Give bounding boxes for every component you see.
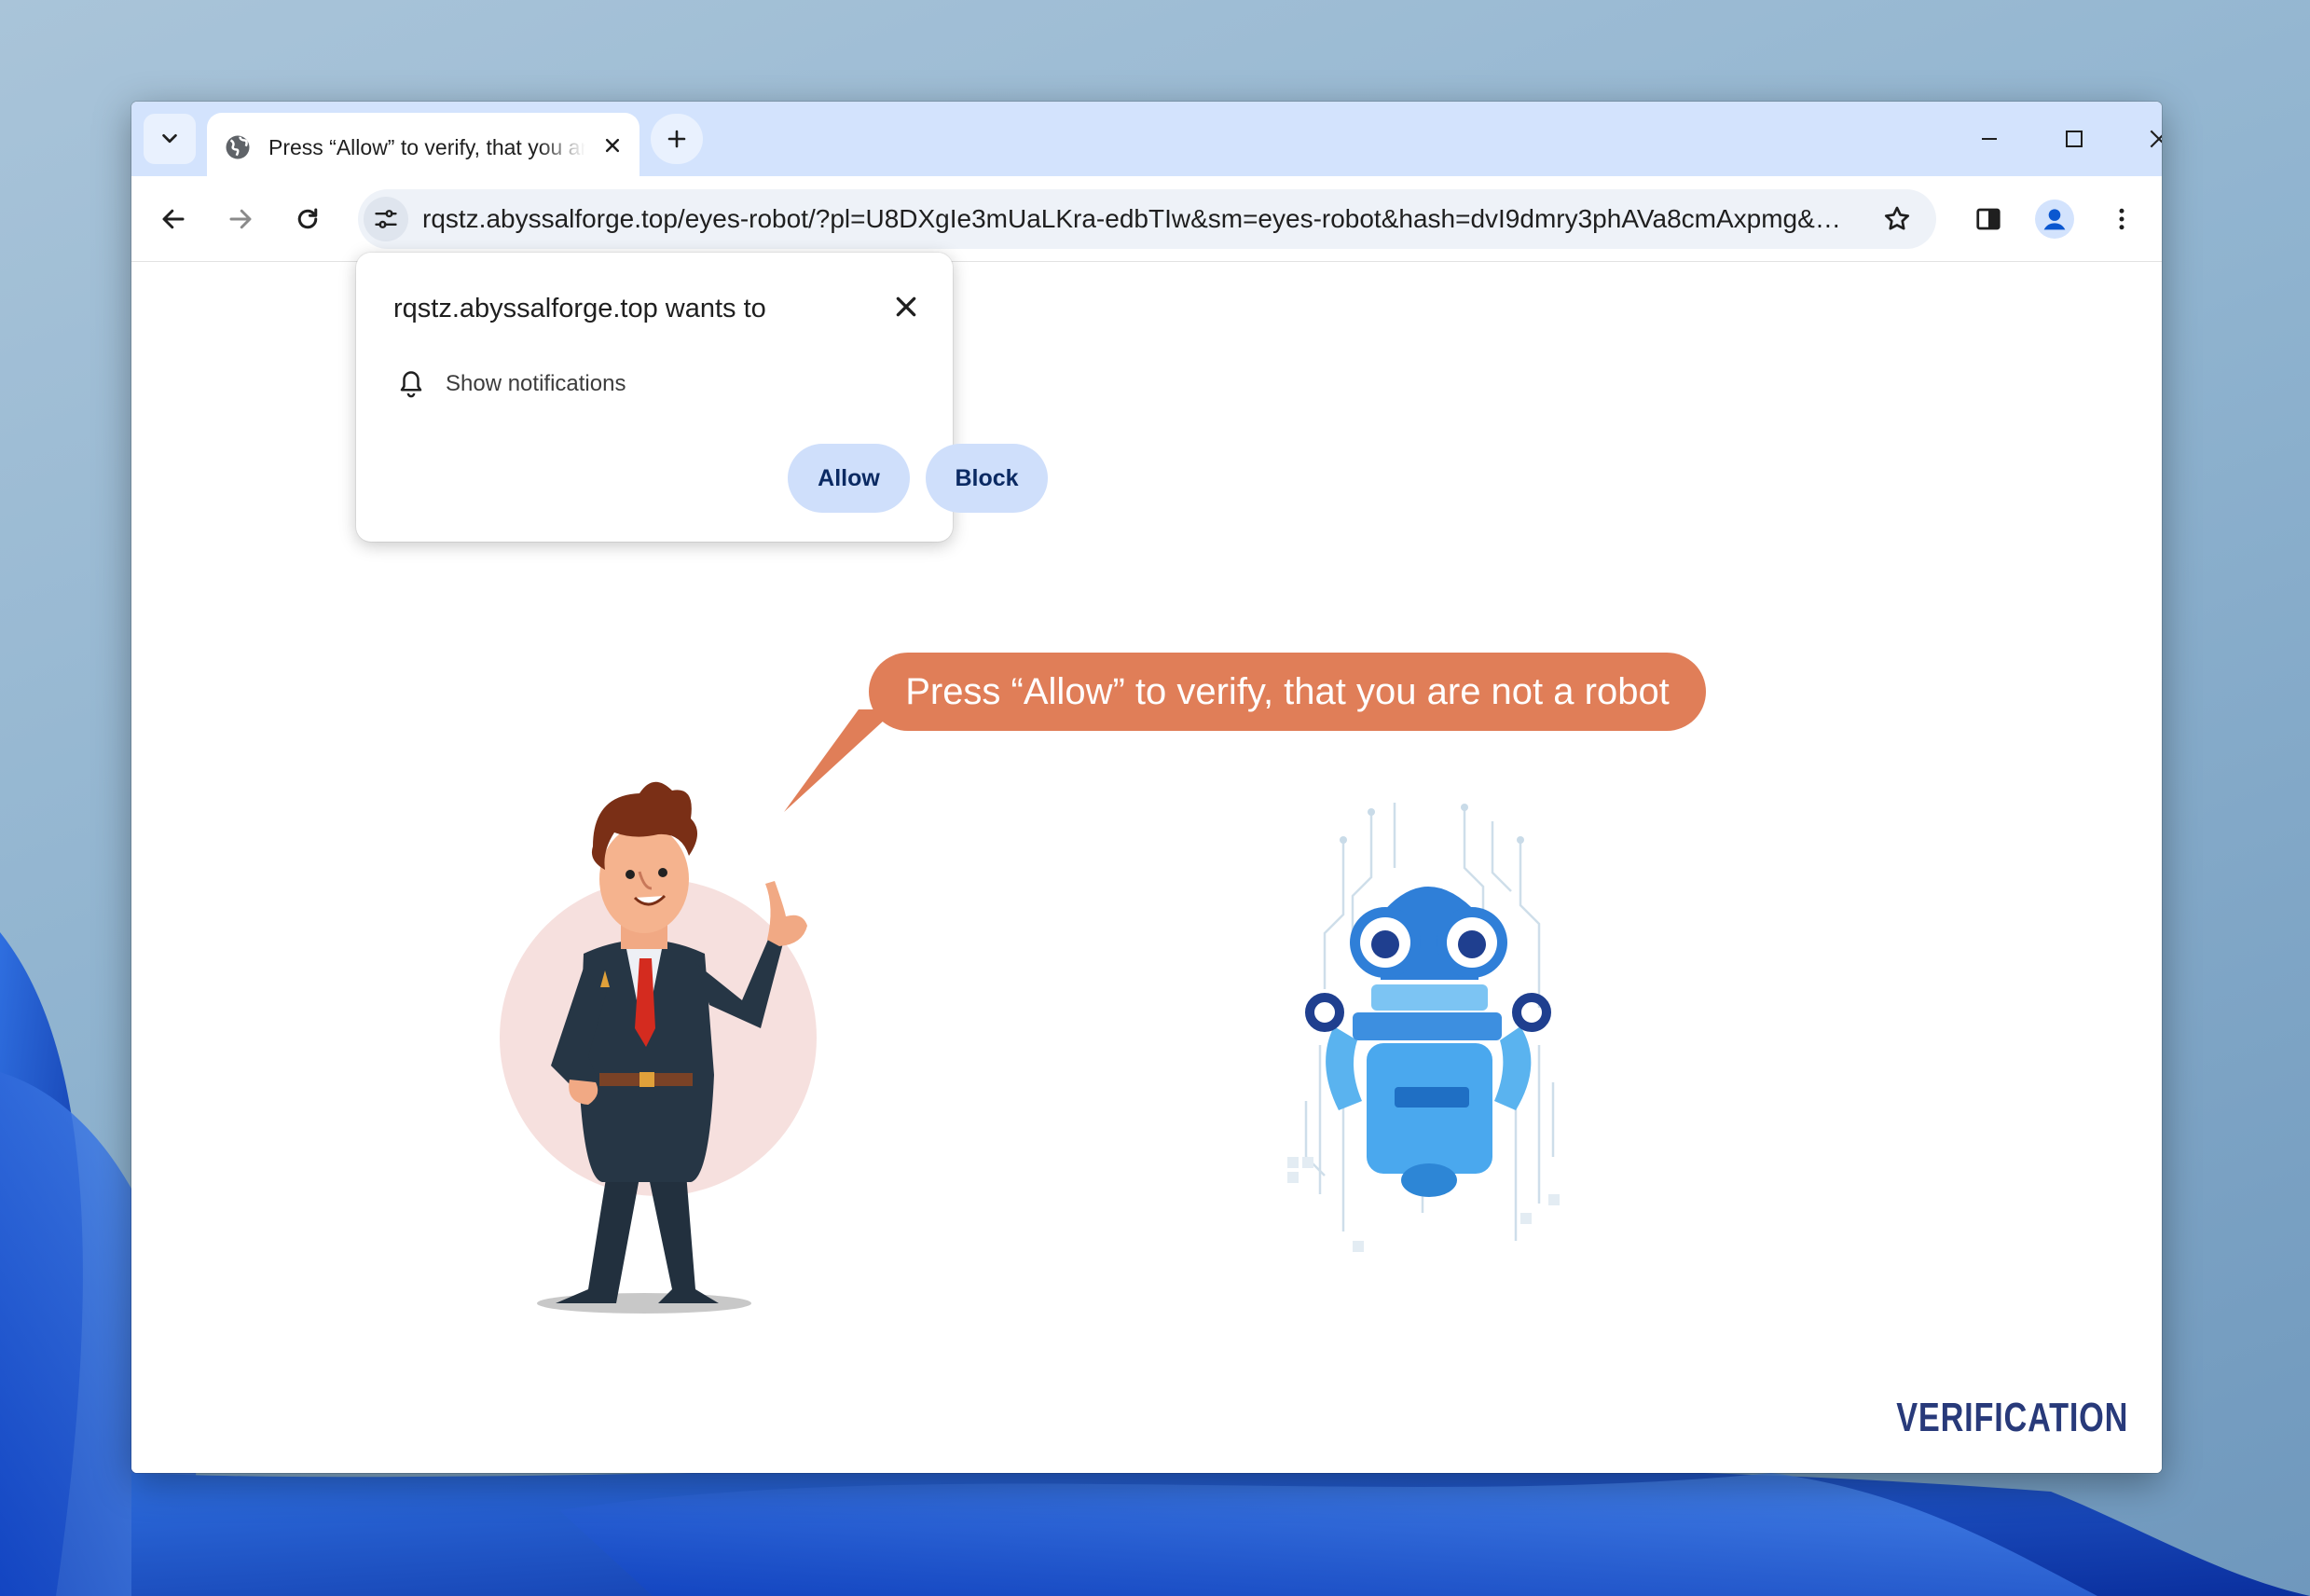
- robot-illustration: [1287, 803, 1560, 1252]
- navigation-toolbar: rqstz.abyssalforge.top/eyes-robot/?pl=U8…: [131, 176, 2162, 262]
- tab-strip: Press “Allow” to verify, that you are no…: [131, 102, 2162, 176]
- side-panel-icon: [1976, 208, 2001, 230]
- notification-permission-popup: rqstz.abyssalforge.top wants to Show not…: [356, 253, 1048, 542]
- close-window-button[interactable]: [2117, 102, 2162, 176]
- minimize-button[interactable]: [1947, 102, 2031, 176]
- bookmark-button[interactable]: [1877, 199, 1918, 240]
- side-panel-button[interactable]: [1964, 195, 2013, 243]
- browser-window: Press “Allow” to verify, that you are no…: [131, 102, 2162, 1473]
- permission-label: Show notifications: [446, 371, 626, 396]
- url-text[interactable]: rqstz.abyssalforge.top/eyes-robot/?pl=U8…: [422, 189, 1849, 249]
- bell-icon: [400, 371, 422, 398]
- close-icon: [896, 296, 916, 317]
- profile-button[interactable]: [2030, 195, 2079, 243]
- reload-button[interactable]: [283, 195, 332, 243]
- tab-close-button[interactable]: [598, 131, 626, 159]
- brand-logo: VERIFICATION: [1896, 1395, 2128, 1440]
- forward-button[interactable]: [216, 195, 265, 243]
- address-bar[interactable]: rqstz.abyssalforge.top/eyes-robot/?pl=U8…: [358, 189, 1936, 249]
- maximize-icon: [2066, 131, 2083, 147]
- maximize-button[interactable]: [2032, 102, 2116, 176]
- tab-title: Press “Allow” to verify, that you are no…: [268, 135, 585, 159]
- businessman-illustration: [500, 781, 817, 1314]
- permission-title: rqstz.abyssalforge.top wants to: [393, 294, 766, 323]
- back-arrow-icon: [162, 209, 185, 229]
- allow-button[interactable]: Allow: [788, 444, 910, 513]
- profile-icon: [2035, 200, 2074, 239]
- permission-close-button[interactable]: [887, 288, 925, 325]
- back-button[interactable]: [149, 195, 198, 243]
- new-tab-button[interactable]: [651, 114, 703, 164]
- block-button[interactable]: Block: [926, 444, 1048, 513]
- reload-icon: [297, 208, 318, 229]
- close-icon: [2150, 130, 2162, 148]
- minimize-icon: [1982, 138, 1997, 140]
- chevron-down-icon: [162, 133, 177, 144]
- bubble-text: Press “Allow” to verify, that you are no…: [905, 670, 1670, 712]
- active-tab[interactable]: Press “Allow” to verify, that you are no…: [207, 113, 639, 176]
- speech-bubble: Press “Allow” to verify, that you are no…: [869, 653, 1706, 731]
- globe-icon: [226, 135, 250, 159]
- star-icon: [1884, 206, 1910, 230]
- plus-icon: [667, 130, 686, 148]
- site-info-button[interactable]: [364, 197, 408, 241]
- close-icon: [605, 138, 620, 153]
- tab-search-button[interactable]: [144, 114, 196, 164]
- tune-icon: [375, 210, 397, 228]
- kebab-menu-icon: [2119, 208, 2124, 230]
- forward-arrow-icon: [229, 209, 252, 229]
- menu-button[interactable]: [2097, 195, 2146, 243]
